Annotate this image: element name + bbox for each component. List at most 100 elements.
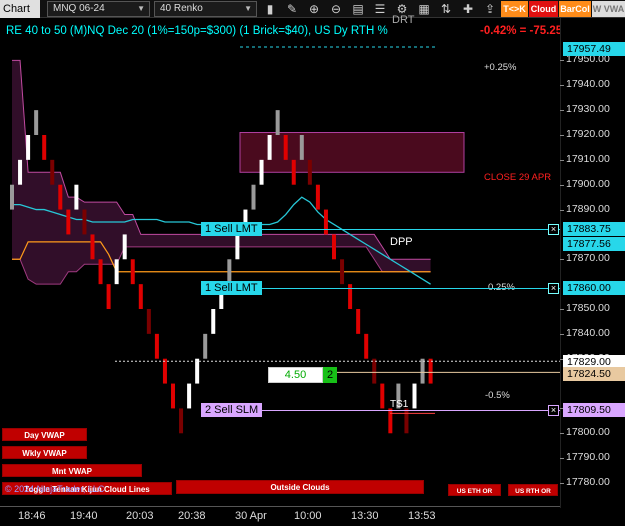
period-value: 40 Renko xyxy=(160,3,203,14)
vwap-toggle-button[interactable]: W VWA xyxy=(592,1,625,17)
templates-icon[interactable]: ▦ xyxy=(416,1,432,17)
time-label: 20:38 xyxy=(178,510,206,522)
up-brick xyxy=(420,358,425,384)
chart-title: RE 40 to 50 (M)NQ Dec 20 (1%=150p=$300) … xyxy=(6,25,388,37)
down-brick xyxy=(98,259,103,285)
time-label: 30 Apr xyxy=(235,510,267,522)
price-tick-label: 17850.00 xyxy=(566,302,610,314)
price-tick-label: 17870.00 xyxy=(566,252,610,265)
price-tick-mark xyxy=(560,110,564,112)
sell-lmt-2-price-tag: 17860.00 xyxy=(563,281,625,295)
down-brick xyxy=(380,383,385,409)
down-brick xyxy=(138,284,143,309)
order-icon[interactable]: ✚ xyxy=(460,1,476,17)
sell-lmt-2-label[interactable]: 1 Sell LMT xyxy=(201,281,262,295)
top-price-tag: 17957.49 xyxy=(563,42,625,56)
up-brick xyxy=(211,309,216,334)
position-qty-box[interactable]: 2 xyxy=(323,367,337,383)
chevron-down-icon: ▼ xyxy=(137,4,145,13)
up-brick xyxy=(275,110,280,135)
instrument-selector[interactable]: MNQ 06-24 ▼ xyxy=(47,1,150,17)
down-brick xyxy=(332,234,336,260)
price-tick-label: 17780.00 xyxy=(566,476,610,488)
time-label: 19:40 xyxy=(70,510,98,522)
price-tick-mark xyxy=(560,433,564,435)
price-tick-label: 17800.00 xyxy=(566,426,610,439)
down-brick xyxy=(58,184,63,210)
up-brick xyxy=(412,383,417,409)
chart-menu-button[interactable]: Chart xyxy=(0,0,40,18)
price-tick-label: 17940.00 xyxy=(566,78,610,91)
down-brick xyxy=(356,309,361,334)
sell-slm-price-tag: 17809.50 xyxy=(563,403,625,417)
up-brick xyxy=(114,259,119,285)
up-brick xyxy=(251,184,256,210)
us-rth-or-button[interactable]: US RTH OR xyxy=(508,484,558,496)
up-brick xyxy=(18,159,23,185)
sell-lmt-1-price-tag: 17883.75 xyxy=(563,222,625,236)
tk-toggle-button[interactable]: T<>K xyxy=(501,1,528,17)
us-eth-or-button[interactable]: US ETH OR xyxy=(448,484,501,496)
up-brick xyxy=(122,234,127,260)
down-brick xyxy=(66,209,71,235)
day-vwap-button[interactable]: Day VWAP xyxy=(2,428,87,441)
down-brick xyxy=(106,284,111,309)
time-label: 18:46 xyxy=(18,510,46,522)
wkly-vwap-button[interactable]: Wkly VWAP xyxy=(2,446,87,459)
ma-price-tag: 17877.56 xyxy=(563,237,625,251)
down-brick xyxy=(315,184,320,210)
share-icon[interactable]: ⇪ xyxy=(482,1,498,17)
chevron-down-icon: ▼ xyxy=(244,4,252,13)
zoom-in-icon[interactable]: ⊕ xyxy=(306,1,322,17)
minus-05-label: -0.5% xyxy=(485,390,510,401)
down-brick xyxy=(428,358,433,384)
down-brick xyxy=(307,159,312,185)
bar-style-icon[interactable]: ▮ xyxy=(262,1,278,17)
draw-tools-icon[interactable]: ✎ xyxy=(284,1,300,17)
cancel-order-icon[interactable]: × xyxy=(548,283,559,294)
price-tick-label: 17790.00 xyxy=(566,451,610,464)
sell-slm-label[interactable]: 2 Sell SLM xyxy=(201,403,263,417)
down-brick xyxy=(340,259,345,285)
up-brick xyxy=(26,135,31,160)
up-brick xyxy=(259,159,264,185)
current-price-tag: 17824.50 xyxy=(563,367,625,381)
cancel-order-icon[interactable]: × xyxy=(548,405,559,416)
price-tick-mark xyxy=(560,135,564,136)
position-pnl-box[interactable]: 4.50 xyxy=(268,367,323,383)
down-brick xyxy=(171,383,175,409)
price-tick-mark xyxy=(560,309,564,310)
period-selector[interactable]: 40 Renko ▼ xyxy=(154,1,257,17)
cloud-toggle-button[interactable]: Cloud xyxy=(529,1,558,17)
data-box-icon[interactable]: ▤ xyxy=(350,1,366,17)
sell-lmt-1-label[interactable]: 1 Sell LMT xyxy=(201,222,262,236)
price-tick-label: 17890.00 xyxy=(566,202,610,215)
price-tick-label: 17930.00 xyxy=(566,103,610,116)
drt-label: DRT xyxy=(392,14,415,26)
chart-trader-icon[interactable]: ⇅ xyxy=(438,1,454,17)
price-tick-mark xyxy=(560,60,564,62)
cancel-order-icon[interactable]: × xyxy=(548,224,559,235)
time-label: 13:30 xyxy=(351,510,379,522)
instrument-value: MNQ 06-24 xyxy=(53,3,105,14)
down-brick xyxy=(50,159,55,185)
down-brick xyxy=(179,408,184,434)
properties-icon[interactable]: ☰ xyxy=(372,1,388,17)
down-brick xyxy=(404,408,409,434)
zoom-out-icon[interactable]: ⊖ xyxy=(328,1,344,17)
down-brick xyxy=(154,333,159,359)
mnt-vwap-button[interactable]: Mnt VWAP xyxy=(2,464,142,477)
down-brick xyxy=(146,309,151,334)
outside-clouds-button[interactable]: Outside Clouds xyxy=(176,480,424,494)
copyright-text: © 2024 NinjaTrader, LLC xyxy=(5,484,105,494)
close-29-apr-label: CLOSE 29 APR xyxy=(484,172,552,183)
up-brick xyxy=(195,358,200,384)
up-brick xyxy=(299,135,304,160)
down-brick xyxy=(291,159,296,185)
price-tick-mark xyxy=(560,184,564,186)
barcol-toggle-button[interactable]: BarCol xyxy=(559,1,591,17)
down-brick xyxy=(162,358,167,384)
price-tick-mark xyxy=(560,483,564,484)
up-brick xyxy=(34,110,39,135)
dpp-label: DPP xyxy=(390,236,413,248)
